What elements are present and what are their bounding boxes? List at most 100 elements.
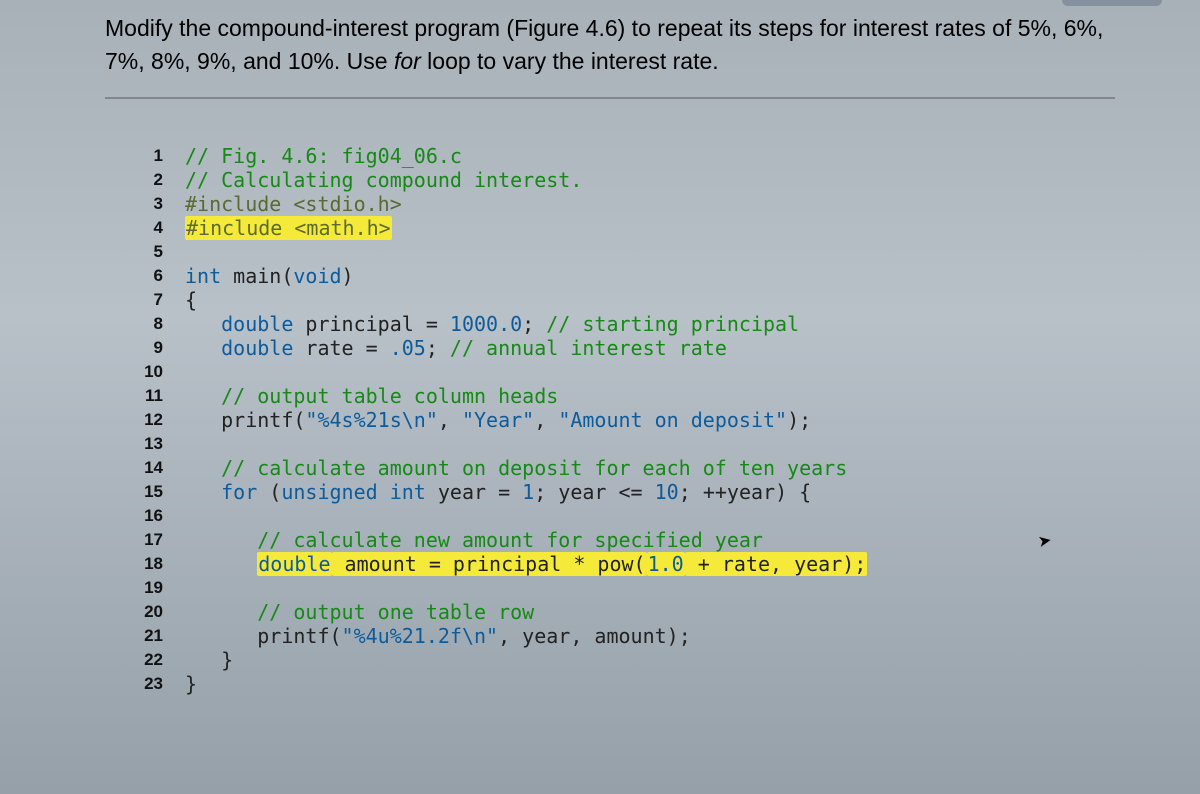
code-token: printf( [185, 624, 342, 648]
code-token: // starting principal [546, 312, 799, 336]
line-number: 19 [135, 576, 185, 600]
code-line: 15 for (unsigned int year = 1; year <= 1… [135, 480, 1200, 504]
code-content: int main(void) [185, 264, 1200, 288]
code-line: 2// Calculating compound interest. [135, 168, 1200, 192]
code-token: } [185, 648, 233, 672]
code-token: void [293, 264, 341, 288]
code-token: .05 [390, 336, 426, 360]
code-token [185, 528, 257, 552]
code-token: // Calculating compound interest. [185, 168, 582, 192]
code-line: 4#include <math.h> [135, 216, 1200, 240]
line-number: 7 [135, 288, 185, 312]
code-line: 22 } [135, 648, 1200, 672]
code-token: ); [787, 408, 811, 432]
code-line: 10 [135, 360, 1200, 384]
question-emphasis: for [394, 48, 421, 74]
code-token [185, 384, 221, 408]
code-token: 1 [522, 480, 534, 504]
code-token: "Year" [462, 408, 534, 432]
code-token: int [185, 264, 221, 288]
code-token: , [534, 408, 558, 432]
code-token: + rate, year); [685, 552, 868, 576]
code-token: year = [426, 480, 522, 504]
code-content: // calculate amount on deposit for each … [185, 456, 1200, 480]
code-token [185, 552, 257, 576]
code-content: #include <stdio.h> [185, 192, 1200, 216]
code-line: 7{ [135, 288, 1200, 312]
code-token: , [438, 408, 462, 432]
code-content: for (unsigned int year = 1; year <= 10; … [185, 480, 1200, 504]
code-token: double [221, 336, 293, 360]
code-content: // output table column heads [185, 384, 1200, 408]
question-text: Modify the compound-interest program (Fi… [0, 0, 1200, 89]
code-token: "%4u%21.2f\n" [342, 624, 499, 648]
line-number: 18 [135, 552, 185, 576]
code-token: double [221, 312, 293, 336]
code-content: double rate = .05; // annual interest ra… [185, 336, 1200, 360]
code-token: { [185, 288, 197, 312]
code-line: 8 double principal = 1000.0; // starting… [135, 312, 1200, 336]
code-line: 18 double amount = principal * pow(1.0 +… [135, 552, 1200, 576]
code-line: 9 double rate = .05; // annual interest … [135, 336, 1200, 360]
line-number: 22 [135, 648, 185, 672]
code-token: // output one table row [257, 600, 534, 624]
code-token: 1.0 [647, 552, 685, 576]
code-content: double principal = 1000.0; // starting p… [185, 312, 1200, 336]
code-token: for [221, 480, 257, 504]
code-token: main( [221, 264, 293, 288]
code-token: ; year <= [534, 480, 654, 504]
code-token: } [185, 672, 197, 696]
question-part-after: loop to vary the interest rate. [421, 48, 719, 74]
code-line: 13 [135, 432, 1200, 456]
line-number: 21 [135, 624, 185, 648]
code-token: 1000.0 [450, 312, 522, 336]
code-listing: 1// Fig. 4.6: fig04_06.c2// Calculating … [0, 144, 1200, 696]
line-number: 14 [135, 456, 185, 480]
code-content: // Calculating compound interest. [185, 168, 1200, 192]
line-number: 10 [135, 360, 185, 384]
code-token [185, 456, 221, 480]
code-line: 6int main(void) [135, 264, 1200, 288]
code-content: } [185, 648, 1200, 672]
code-token: "%4s%21s\n" [305, 408, 437, 432]
code-token: // Fig. 4.6: fig04_06.c [185, 144, 462, 168]
code-token: , year, amount); [498, 624, 691, 648]
code-token: 10 [655, 480, 679, 504]
code-line: 3#include <stdio.h> [135, 192, 1200, 216]
code-token [185, 336, 221, 360]
code-token [185, 600, 257, 624]
divider [105, 97, 1115, 99]
code-content: #include <math.h> [185, 216, 1200, 240]
code-token: #include <math.h> [185, 216, 392, 240]
line-number: 17 [135, 528, 185, 552]
line-number: 6 [135, 264, 185, 288]
code-token: amount = principal * pow( [332, 552, 647, 576]
code-line: 1// Fig. 4.6: fig04_06.c [135, 144, 1200, 168]
code-line: 23} [135, 672, 1200, 696]
code-token: ) [342, 264, 354, 288]
line-number: 2 [135, 168, 185, 192]
code-token: #include <stdio.h> [185, 192, 402, 216]
code-line: 20 // output one table row [135, 600, 1200, 624]
line-number: 20 [135, 600, 185, 624]
line-number: 12 [135, 408, 185, 432]
code-content: // output one table row [185, 600, 1200, 624]
code-content: printf("%4u%21.2f\n", year, amount); [185, 624, 1200, 648]
code-content: } [185, 672, 1200, 696]
code-token [185, 312, 221, 336]
line-number: 11 [135, 384, 185, 408]
line-number: 4 [135, 216, 185, 240]
code-line: 19 [135, 576, 1200, 600]
line-number: 3 [135, 192, 185, 216]
code-token: ; ++year) { [679, 480, 811, 504]
code-line: 14 // calculate amount on deposit for ea… [135, 456, 1200, 480]
browser-tab-stub [1062, 0, 1162, 6]
code-token: ; [426, 336, 450, 360]
code-line: 21 printf("%4u%21.2f\n", year, amount); [135, 624, 1200, 648]
code-token: "Amount on deposit" [558, 408, 787, 432]
code-token: printf( [185, 408, 305, 432]
code-token: // calculate amount on deposit for each … [221, 456, 847, 480]
code-token: rate = [293, 336, 389, 360]
line-number: 8 [135, 312, 185, 336]
line-number: 13 [135, 432, 185, 456]
